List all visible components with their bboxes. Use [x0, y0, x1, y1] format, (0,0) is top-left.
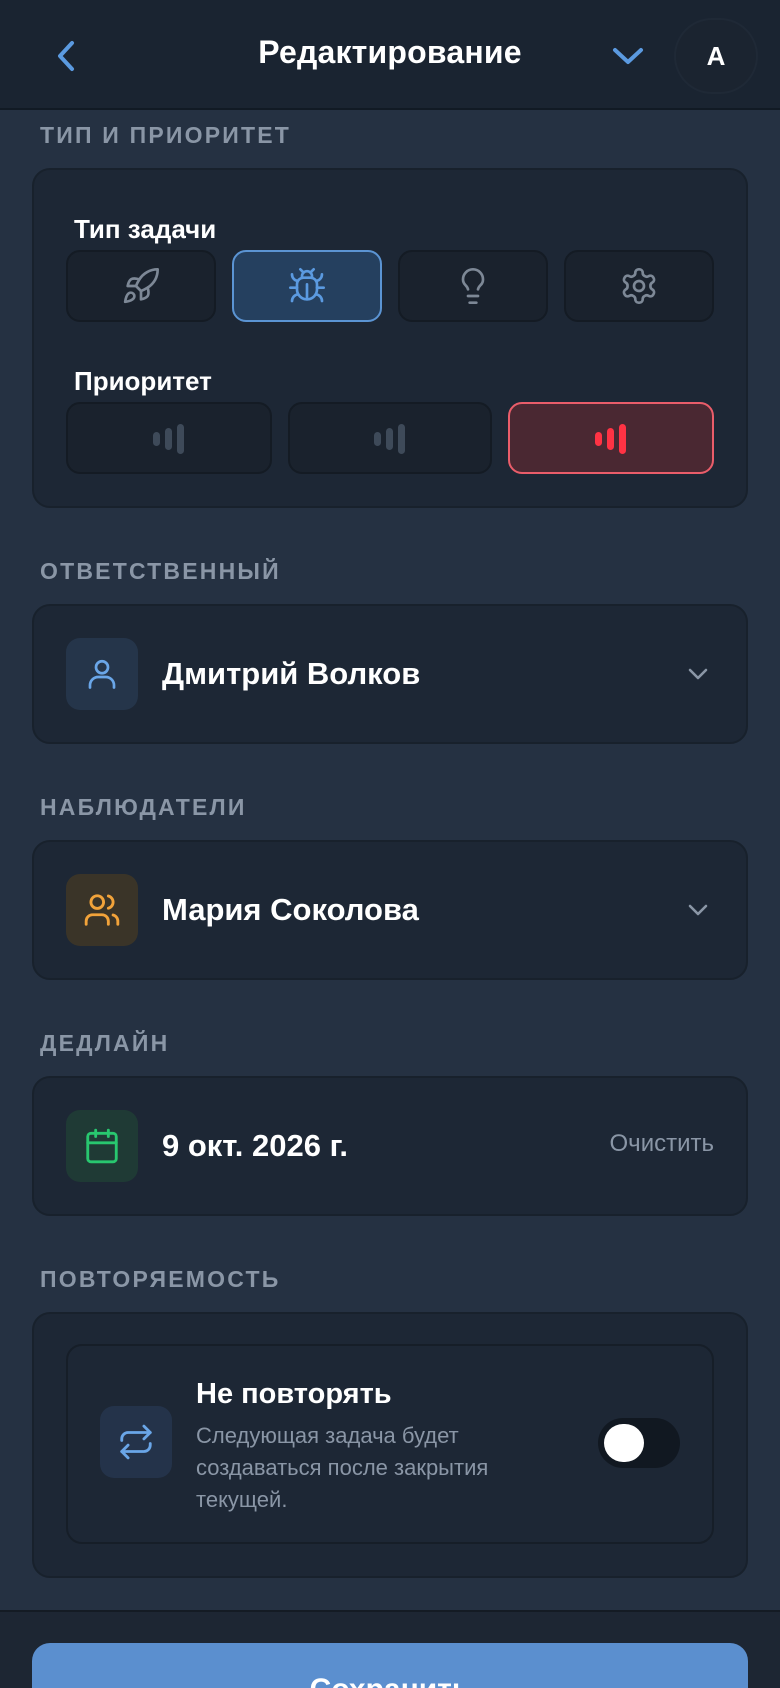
toggle-knob [604, 1424, 644, 1462]
priority-low-button[interactable] [66, 402, 272, 474]
section-label-type-priority: ТИП И ПРИОРИТЕТ [40, 122, 292, 148]
priority-label: Приоритет [74, 366, 212, 396]
section-label-assignee: ОТВЕТСТВЕННЫЙ [40, 558, 281, 584]
collapse-button[interactable] [604, 34, 652, 78]
priority-high-button[interactable] [508, 402, 714, 474]
chevron-down-icon [613, 48, 643, 64]
task-type-bug-button[interactable] [232, 250, 382, 322]
lightbulb-icon [461, 268, 485, 304]
page-title: Редактирование [258, 34, 522, 70]
edit-task-screen: Редактирование А ТИП И ПРИОРИТЕТ Тип зад… [0, 0, 780, 1688]
watchers-icon-box [66, 874, 138, 946]
signal-medium-icon [374, 424, 405, 454]
gear-icon [622, 268, 656, 304]
repeat-icon [120, 1424, 152, 1460]
save-button-label: Сохранить [310, 1673, 471, 1688]
recurrence-title: Не повторять [196, 1378, 392, 1410]
section-label-recurrence: ПОВТОРЯЕМОСТЬ [40, 1266, 281, 1292]
section-label-deadline: ДЕДЛАЙН [40, 1030, 170, 1056]
assignee-icon-box [66, 638, 138, 710]
signal-low-icon [153, 424, 184, 454]
save-button[interactable]: Сохранить [32, 1643, 748, 1688]
signal-high-icon [595, 424, 626, 454]
clear-deadline-button[interactable]: Очистить [588, 1130, 714, 1158]
recurrence-toggle[interactable] [598, 1418, 680, 1468]
assignee-name: Дмитрий Волков [162, 656, 421, 691]
watchers-name: Мария Соколова [162, 892, 419, 927]
avatar[interactable]: А [676, 20, 756, 92]
task-type-settings-button[interactable] [564, 250, 714, 322]
task-type-feature-button[interactable] [66, 250, 216, 322]
deadline-date: 9 окт. 2026 г. [162, 1128, 348, 1163]
recurrence-icon-box [100, 1406, 172, 1478]
chevron-down-icon [688, 668, 708, 680]
assignee-dropdown[interactable] [684, 660, 712, 688]
top-bar: Редактирование А [0, 0, 780, 110]
rocket-icon [123, 267, 160, 304]
deadline-icon-box [66, 1110, 138, 1182]
watchers-dropdown[interactable] [684, 896, 712, 924]
section-label-watchers: НАБЛЮДАТЕЛИ [40, 794, 247, 820]
calendar-icon [86, 1128, 118, 1164]
user-icon [88, 659, 116, 689]
task-type-label: Тип задачи [74, 214, 217, 244]
users-icon [84, 894, 120, 926]
chevron-down-icon [688, 904, 708, 916]
bug-icon [289, 268, 325, 303]
task-type-idea-button[interactable] [398, 250, 548, 322]
recurrence-description: Следующая задача будет создаваться после… [196, 1423, 489, 1512]
priority-medium-button[interactable] [288, 402, 492, 474]
